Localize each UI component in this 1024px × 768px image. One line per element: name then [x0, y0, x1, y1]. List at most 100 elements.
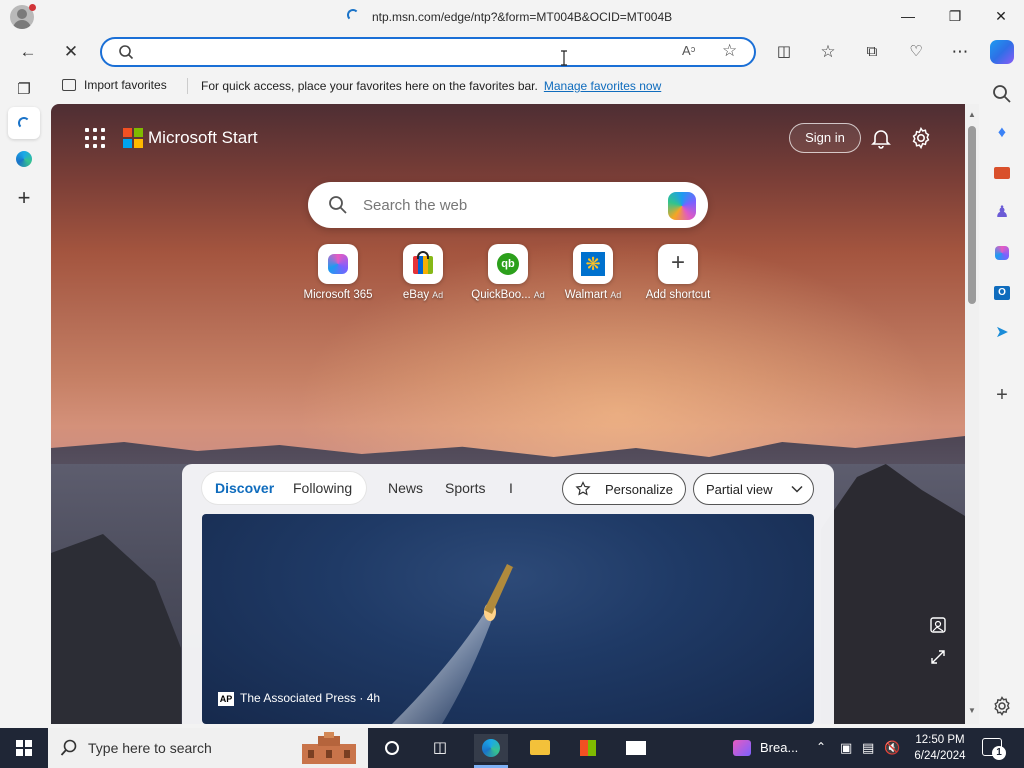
news-source: AP The Associated Press · 4h [218, 691, 381, 706]
web-search-box[interactable] [308, 182, 708, 228]
ms-start-brand[interactable]: Microsoft Start [148, 128, 258, 148]
back-button[interactable]: ← [15, 40, 41, 64]
send-drop-icon[interactable]: ➤ [990, 322, 1014, 344]
microsoft-logo-icon [123, 128, 143, 148]
add-favorite-star-icon[interactable]: ☆ [722, 41, 737, 61]
copilot-icon[interactable] [668, 192, 696, 220]
quick-links: Microsoft 365 eBay Ad qb QuickBoo... Ad ❋ … [291, 244, 731, 314]
scrollbar-thumb[interactable] [968, 126, 976, 304]
notifications-bell-icon[interactable] [869, 126, 893, 150]
ap-logo-icon: AP [218, 692, 234, 706]
vertical-tab-strip: ❐ + [0, 70, 50, 727]
ebay-bag-icon [403, 244, 443, 284]
taskbar-search-box[interactable]: Type here to search [48, 728, 368, 768]
taskbar-edge-icon[interactable] [474, 734, 508, 762]
tab-discover[interactable]: Discover [215, 480, 274, 496]
text-cursor-icon [561, 50, 567, 66]
hero-news-card[interactable]: AP The Associated Press · 4h [202, 514, 814, 724]
mail-icon[interactable] [622, 734, 650, 762]
address-bar[interactable]: Aᵓ ☆ [100, 37, 756, 67]
tray-network-icon[interactable]: ▤ [862, 740, 874, 756]
browser-essentials-icon[interactable]: ♡ [903, 40, 929, 64]
shortcut-add[interactable]: + Add shortcut [635, 244, 721, 301]
read-aloud-icon[interactable]: Aᵓ [682, 43, 695, 58]
outlook-icon[interactable]: O [990, 282, 1014, 304]
expand-icon[interactable] [929, 648, 947, 666]
search-icon [119, 45, 134, 60]
ms-start-header: Microsoft Start Sign in [51, 104, 965, 168]
microsoft-365-icon[interactable] [990, 242, 1014, 264]
favorites-divider [187, 78, 188, 94]
tray-meet-icon[interactable]: ▣ [840, 740, 852, 756]
file-explorer-icon[interactable] [526, 734, 554, 762]
tab-actions-icon[interactable]: ❐ [8, 74, 40, 106]
tray-overflow-icon[interactable]: ⌃ [816, 740, 826, 754]
tab-edge-icon[interactable] [8, 142, 40, 174]
shortcut-quickbooks[interactable]: qb QuickBoo... Ad [465, 244, 551, 301]
shortcut-walmart[interactable]: ❋ Walmart Ad [550, 244, 636, 301]
new-tab-plus-icon[interactable]: + [8, 182, 40, 214]
app-launcher-icon[interactable] [85, 128, 105, 148]
tab-news[interactable]: News [388, 480, 423, 496]
tab-following[interactable]: Following [293, 480, 352, 496]
favorites-message: For quick access, place your favorites h… [201, 79, 662, 93]
web-search-input[interactable] [363, 194, 643, 216]
settings-gear-icon[interactable] [909, 126, 933, 150]
taskbar-app-icon[interactable] [730, 734, 754, 762]
people-icon[interactable]: ♟ [990, 202, 1014, 224]
shortcut-microsoft-365[interactable]: Microsoft 365 [295, 244, 381, 301]
windows-start-icon[interactable] [0, 728, 48, 768]
close-window-button[interactable]: ✕ [981, 4, 1021, 28]
page-scrollbar[interactable]: ▲ ▼ [965, 104, 979, 724]
sign-in-button[interactable]: Sign in [789, 123, 861, 153]
loading-spinner-icon [347, 9, 359, 21]
shopping-tag-icon[interactable]: ♦ [990, 122, 1014, 144]
tools-briefcase-icon[interactable] [990, 162, 1014, 184]
stop-loading-button[interactable]: ✕ [58, 40, 84, 64]
microsoft-365-icon [318, 244, 358, 284]
search-highlight-illustration [302, 732, 356, 764]
task-view-icon[interactable]: ◫ [426, 734, 454, 762]
scroll-up-arrow-icon[interactable]: ▲ [967, 110, 977, 120]
collections-icon[interactable]: ⧉ [859, 40, 885, 64]
background-image-info-icon[interactable] [929, 616, 947, 634]
minimize-button[interactable]: — [888, 4, 928, 28]
tab-loading-icon [18, 117, 30, 129]
profile-alert-dot [29, 4, 36, 11]
personalize-button[interactable]: Personalize [562, 473, 686, 505]
address-input[interactable] [142, 43, 662, 63]
view-mode-dropdown[interactable]: Partial view [693, 473, 814, 505]
restore-button[interactable]: ❐ [935, 4, 975, 28]
copilot-icon[interactable] [990, 40, 1014, 64]
windows-taskbar: Type here to search ◫ Brea... ⌃ ▣ ▤ 🔇 12… [0, 728, 1024, 768]
shortcut-ebay[interactable]: eBay Ad [380, 244, 466, 301]
add-sidebar-app-icon[interactable]: + [990, 384, 1014, 406]
microsoft-store-icon[interactable] [574, 734, 602, 762]
sidebar-settings-icon[interactable] [990, 695, 1014, 717]
cortana-circle-icon[interactable] [378, 734, 406, 762]
favorites-icon[interactable]: ☆ [815, 40, 841, 64]
split-screen-icon[interactable]: ◫ [771, 40, 797, 64]
system-clock[interactable]: 12:50 PM 6/24/2024 [910, 732, 970, 764]
tab-more-truncated[interactable]: I [509, 480, 513, 496]
quickbooks-icon: qb [488, 244, 528, 284]
window-title: ntp.msn.com/edge/ntp?&form=MT004B&OCID=M… [372, 10, 673, 24]
walmart-icon: ❋ [573, 244, 613, 284]
action-center-icon[interactable]: 1 [982, 738, 1006, 760]
search-icon[interactable] [990, 82, 1014, 104]
taskbar-app-label[interactable]: Brea... [760, 740, 798, 755]
import-favorites-button[interactable]: Import favorites [62, 78, 167, 92]
tab-sports[interactable]: Sports [445, 480, 485, 496]
tray-volume-muted-icon[interactable]: 🔇 [884, 740, 900, 756]
search-icon [60, 739, 77, 756]
chevron-down-icon [791, 485, 803, 493]
tab-new-tab-loading[interactable] [8, 107, 40, 139]
favorites-bar: Import favorites For quick access, place… [50, 70, 984, 102]
scroll-down-arrow-icon[interactable]: ▼ [967, 706, 977, 716]
manage-favorites-link[interactable]: Manage favorites now [544, 79, 661, 93]
title-bar: ntp.msn.com/edge/ntp?&form=MT004B&OCID=M… [0, 0, 1024, 34]
import-icon [62, 79, 76, 91]
search-icon [329, 196, 347, 214]
sparkle-star-icon [575, 481, 591, 496]
more-options-icon[interactable]: ⋯ [947, 40, 973, 64]
